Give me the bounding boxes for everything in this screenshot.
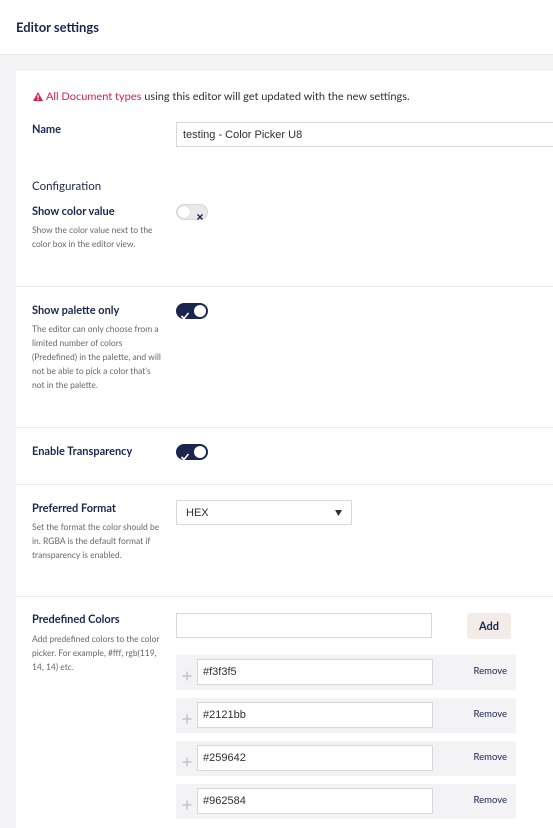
color-row: #259642 Remove — [176, 741, 516, 776]
preferred-format-label: Preferred Format — [32, 502, 116, 515]
color-value-input[interactable]: #962584 — [197, 788, 433, 814]
dropdown-arrow-icon — [335, 507, 342, 519]
alert-icon — [33, 91, 43, 104]
show-palette-only-description: The editor can only choose from a limite… — [32, 324, 161, 390]
divider — [16, 286, 553, 287]
name-input[interactable]: testing - Color Picker U8 — [176, 122, 553, 147]
show-color-value-label: Show color value — [32, 205, 115, 218]
close-icon — [196, 207, 204, 226]
configuration-title: Configuration — [32, 180, 102, 193]
color-row: #f3f3f5 Remove — [176, 655, 516, 690]
show-color-value-toggle[interactable] — [176, 204, 208, 220]
check-icon — [180, 306, 190, 325]
show-color-value-description: Show the color value next to the color b… — [32, 225, 153, 249]
drag-handle-icon[interactable] — [182, 795, 192, 814]
header-title: Editor settings — [16, 19, 99, 35]
new-color-input[interactable] — [176, 613, 432, 638]
enable-transparency-label: Enable Transparency — [32, 445, 133, 458]
divider — [16, 484, 553, 485]
preferred-format-select[interactable]: HEX — [176, 500, 352, 525]
add-color-button[interactable]: Add — [467, 613, 511, 639]
enable-transparency-toggle[interactable] — [176, 444, 208, 461]
color-value-input[interactable]: #2121bb — [197, 702, 433, 728]
show-palette-only-toggle[interactable] — [176, 303, 208, 320]
remove-color-button[interactable]: Remove — [473, 795, 507, 806]
settings-panel: All Document types using this editor wil… — [16, 71, 553, 828]
toggle-knob — [178, 206, 190, 218]
predefined-colors-label: Predefined Colors — [32, 613, 120, 626]
divider — [16, 427, 553, 428]
drag-handle-icon[interactable] — [182, 752, 192, 771]
color-row: #962584 Remove — [176, 784, 516, 819]
show-palette-only-label: Show palette only — [32, 304, 120, 317]
drag-handle-icon[interactable] — [182, 709, 192, 728]
document-types-link[interactable]: All Document types — [46, 90, 141, 103]
predefined-colors-description: Add predefined colors to the color picke… — [32, 634, 160, 672]
update-notice: All Document types using this editor wil… — [33, 90, 410, 104]
divider — [16, 596, 553, 597]
toggle-knob — [194, 446, 206, 458]
toggle-knob — [194, 305, 206, 317]
preferred-format-value: HEX — [186, 506, 209, 519]
color-value-input[interactable]: #f3f3f5 — [197, 659, 433, 685]
remove-color-button[interactable]: Remove — [473, 666, 507, 677]
check-icon — [180, 447, 190, 466]
preferred-format-description: Set the format the color should be in. R… — [32, 522, 160, 560]
editor-header: Editor settings — [0, 0, 553, 55]
color-value-input[interactable]: #259642 — [197, 745, 433, 771]
drag-handle-icon[interactable] — [182, 666, 192, 685]
notice-text: using this editor will get updated with … — [141, 90, 410, 103]
color-row: #2121bb Remove — [176, 698, 516, 733]
name-label: Name — [32, 123, 62, 136]
remove-color-button[interactable]: Remove — [473, 709, 507, 720]
remove-color-button[interactable]: Remove — [473, 752, 507, 763]
